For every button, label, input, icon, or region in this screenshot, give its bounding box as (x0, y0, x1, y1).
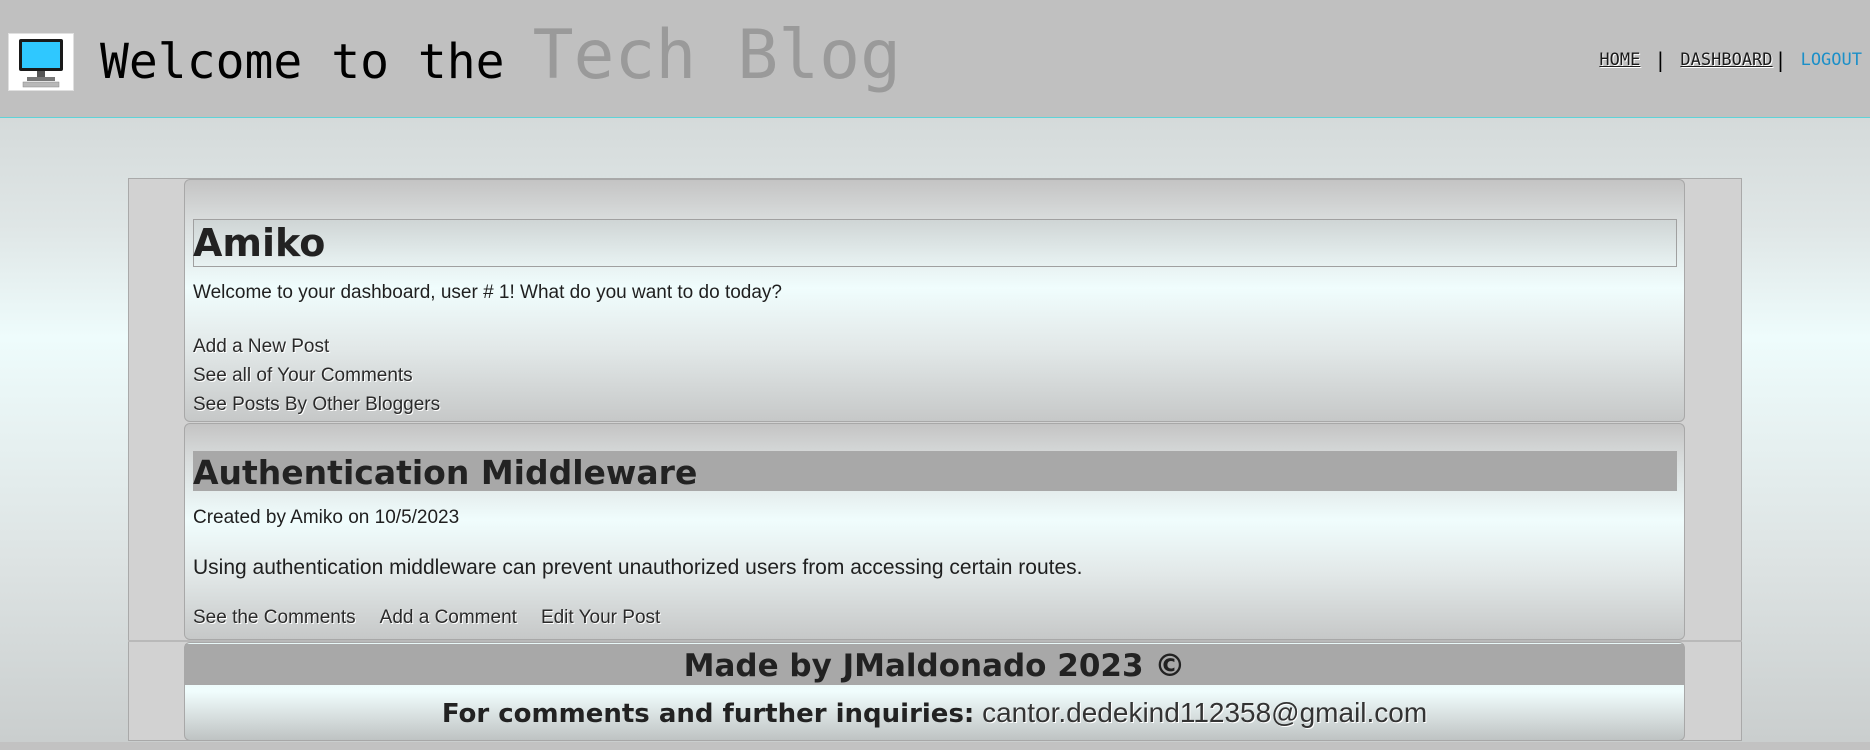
top-nav: HOME | DASHBOARD | LOGOUT (1599, 48, 1862, 72)
user-dashboard-card: Amiko Welcome to your dashboard, user # … (184, 179, 1685, 422)
footer-credit: Made by JMaldonado 2023 © (683, 648, 1186, 684)
site-footer: Made by JMaldonado 2023 © For comments a… (184, 642, 1685, 741)
post-action-list: See the Comments Add a Comment Edit Your… (193, 607, 660, 629)
nav-logout-link[interactable]: LOGOUT (1801, 50, 1862, 70)
welcome-message: Welcome to your dashboard, user # 1! Wha… (193, 282, 782, 303)
see-comments-link[interactable]: See the Comments (193, 607, 356, 629)
footer-contact: For comments and further inquiries: cant… (185, 696, 1684, 731)
site-title: Welcome to the Tech Blog (100, 16, 901, 108)
user-name-heading: Amiko (193, 221, 326, 265)
bottom-strip (0, 742, 1870, 750)
footer-contact-label: For comments and further inquiries: (441, 699, 975, 729)
nav-home-link[interactable]: HOME (1599, 50, 1640, 70)
edit-post-link[interactable]: Edit Your Post (541, 607, 660, 629)
nav-separator: | (1654, 48, 1667, 72)
nav-separator: | (1774, 48, 1787, 72)
site-header: Welcome to the Tech Blog HOME | DASHBOAR… (0, 0, 1870, 118)
post-card: Authentication Middleware Created by Ami… (184, 423, 1685, 640)
dashboard-action-list: Add a New Post See all of Your Comments … (193, 332, 440, 419)
site-title-accent: Tech Blog (532, 16, 902, 95)
computer-monitor-icon (8, 33, 74, 91)
site-title-main: Welcome to the (100, 34, 505, 90)
add-comment-link[interactable]: Add a Comment (380, 607, 517, 629)
post-title: Authentication Middleware (193, 453, 698, 492)
nav-dashboard-link[interactable]: DASHBOARD (1680, 50, 1772, 70)
user-name-box (193, 219, 1677, 267)
footer-email-link[interactable]: cantor.dedekind112358@gmail.com (982, 697, 1427, 728)
see-other-bloggers-posts-link[interactable]: See Posts By Other Bloggers (193, 390, 440, 419)
see-your-comments-link[interactable]: See all of Your Comments (193, 361, 440, 390)
add-new-post-link[interactable]: Add a New Post (193, 332, 440, 361)
post-body: Using authentication middleware can prev… (193, 556, 1083, 579)
post-meta: Created by Amiko on 10/5/2023 (193, 507, 460, 528)
